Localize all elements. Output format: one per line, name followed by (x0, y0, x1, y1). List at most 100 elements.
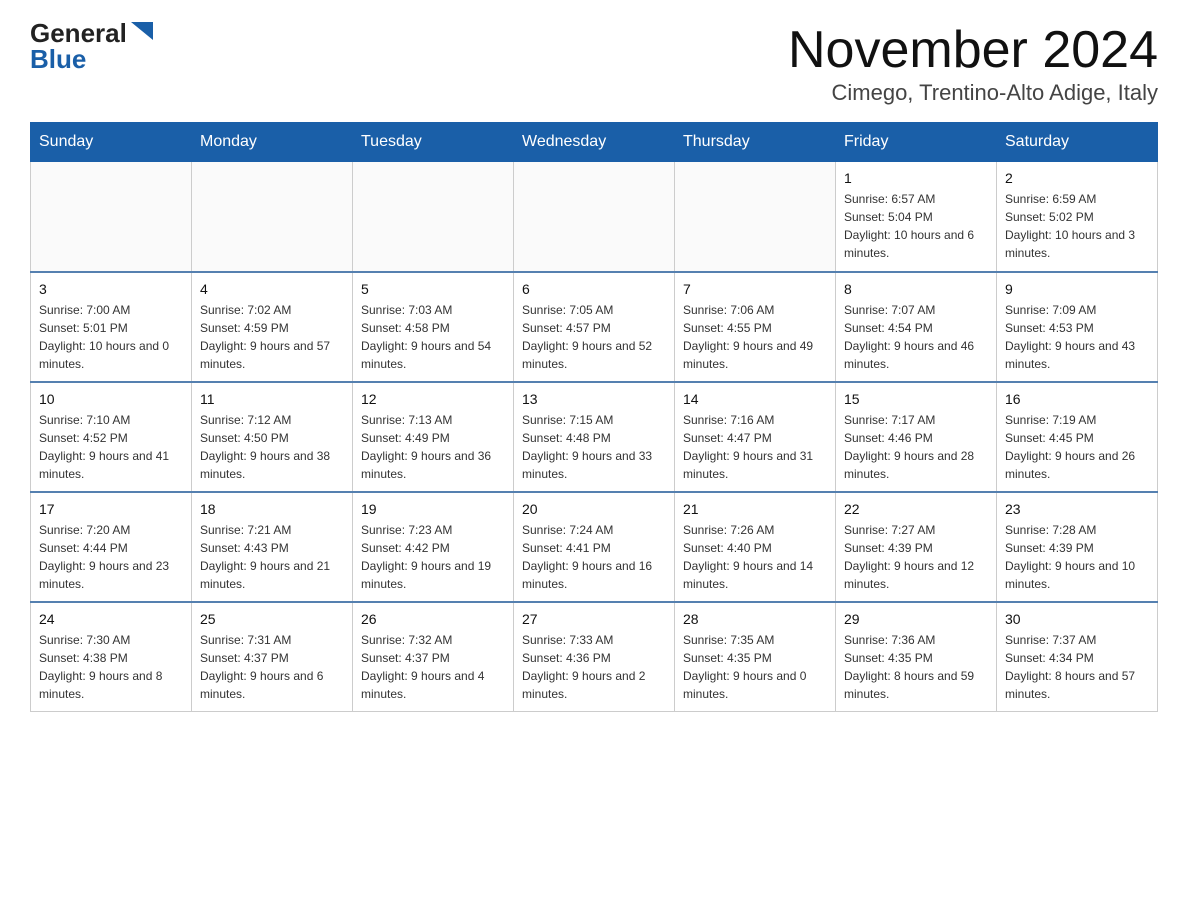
day-number: 26 (361, 611, 505, 627)
day-info: Sunrise: 7:31 AMSunset: 4:37 PMDaylight:… (200, 631, 344, 703)
calendar-cell: 29Sunrise: 7:36 AMSunset: 4:35 PMDayligh… (836, 602, 997, 712)
week-row-1: 1 Sunrise: 6:57 AMSunset: 5:04 PMDaylight… (31, 162, 1158, 272)
week-row-4: 17 Sunrise: 7:20 AMSunset: 4:44 PMDayligh… (31, 492, 1158, 602)
day-number: 11 (200, 391, 344, 407)
calendar-cell: 20 Sunrise: 7:24 AMSunset: 4:41 PMDayligh… (514, 492, 675, 602)
calendar-cell: 2Sunrise: 6:59 AMSunset: 5:02 PMDaylight… (997, 162, 1158, 272)
day-info: Sunrise: 7:27 AMSunset: 4:39 PMDaylight:… (844, 521, 988, 593)
calendar-cell (31, 162, 192, 272)
day-info: Sunrise: 7:12 AMSunset: 4:50 PMDaylight:… (200, 411, 344, 483)
month-title: November 2024 (788, 20, 1158, 80)
day-info: Sunrise: 7:28 AMSunset: 4:39 PMDaylight:… (1005, 521, 1149, 593)
day-info: Sunrise: 7:24 AMSunset: 4:41 PMDaylight:… (522, 521, 666, 593)
day-number: 15 (844, 391, 988, 407)
week-row-5: 24Sunrise: 7:30 AMSunset: 4:38 PMDayligh… (31, 602, 1158, 712)
day-info: Sunrise: 7:17 AMSunset: 4:46 PMDaylight:… (844, 411, 988, 483)
day-number: 9 (1005, 281, 1149, 297)
day-info: Sunrise: 7:06 AMSunset: 4:55 PMDaylight:… (683, 301, 827, 373)
day-header-thursday: Thursday (675, 123, 836, 162)
calendar-cell: 13 Sunrise: 7:15 AMSunset: 4:48 PMDayligh… (514, 382, 675, 492)
day-info: Sunrise: 7:16 AMSunset: 4:47 PMDaylight:… (683, 411, 827, 483)
calendar-cell: 8 Sunrise: 7:07 AMSunset: 4:54 PMDaylight… (836, 272, 997, 382)
calendar-cell: 1 Sunrise: 6:57 AMSunset: 5:04 PMDaylight… (836, 162, 997, 272)
calendar-cell: 5 Sunrise: 7:03 AMSunset: 4:58 PMDaylight… (353, 272, 514, 382)
day-number: 13 (522, 391, 666, 407)
day-info: Sunrise: 7:15 AMSunset: 4:48 PMDaylight:… (522, 411, 666, 483)
day-header-friday: Friday (836, 123, 997, 162)
calendar-cell: 24Sunrise: 7:30 AMSunset: 4:38 PMDayligh… (31, 602, 192, 712)
day-number: 7 (683, 281, 827, 297)
day-info: Sunrise: 7:37 AMSunset: 4:34 PMDaylight:… (1005, 631, 1149, 703)
day-info: Sunrise: 7:07 AMSunset: 4:54 PMDaylight:… (844, 301, 988, 373)
calendar-cell: 30 Sunrise: 7:37 AMSunset: 4:34 PMDayligh… (997, 602, 1158, 712)
calendar-cell: 26 Sunrise: 7:32 AMSunset: 4:37 PMDayligh… (353, 602, 514, 712)
calendar-cell: 14 Sunrise: 7:16 AMSunset: 4:47 PMDayligh… (675, 382, 836, 492)
calendar-cell: 28 Sunrise: 7:35 AMSunset: 4:35 PMDayligh… (675, 602, 836, 712)
calendar-cell: 4Sunrise: 7:02 AMSunset: 4:59 PMDaylight… (192, 272, 353, 382)
calendar-cell: 10 Sunrise: 7:10 AMSunset: 4:52 PMDayligh… (31, 382, 192, 492)
day-info: Sunrise: 7:23 AMSunset: 4:42 PMDaylight:… (361, 521, 505, 593)
calendar-cell: 18 Sunrise: 7:21 AMSunset: 4:43 PMDayligh… (192, 492, 353, 602)
day-info: Sunrise: 7:21 AMSunset: 4:43 PMDaylight:… (200, 521, 344, 593)
day-number: 10 (39, 391, 183, 407)
day-number: 1 (844, 170, 988, 186)
calendar-cell (675, 162, 836, 272)
calendar-cell: 23 Sunrise: 7:28 AMSunset: 4:39 PMDayligh… (997, 492, 1158, 602)
day-number: 16 (1005, 391, 1149, 407)
day-info: Sunrise: 7:32 AMSunset: 4:37 PMDaylight:… (361, 631, 505, 703)
day-number: 27 (522, 611, 666, 627)
calendar-cell: 19 Sunrise: 7:23 AMSunset: 4:42 PMDayligh… (353, 492, 514, 602)
day-number: 6 (522, 281, 666, 297)
day-info: Sunrise: 7:05 AMSunset: 4:57 PMDaylight:… (522, 301, 666, 373)
day-number: 23 (1005, 501, 1149, 517)
day-number: 17 (39, 501, 183, 517)
day-number: 20 (522, 501, 666, 517)
day-info: Sunrise: 7:35 AMSunset: 4:35 PMDaylight:… (683, 631, 827, 703)
calendar-cell: 7 Sunrise: 7:06 AMSunset: 4:55 PMDaylight… (675, 272, 836, 382)
calendar-cell: 22 Sunrise: 7:27 AMSunset: 4:39 PMDayligh… (836, 492, 997, 602)
logo-triangle-icon (131, 22, 153, 40)
calendar-cell: 3Sunrise: 7:00 AMSunset: 5:01 PMDaylight… (31, 272, 192, 382)
calendar-cell: 16Sunrise: 7:19 AMSunset: 4:45 PMDayligh… (997, 382, 1158, 492)
day-header-sunday: Sunday (31, 123, 192, 162)
day-info: Sunrise: 7:26 AMSunset: 4:40 PMDaylight:… (683, 521, 827, 593)
day-header-wednesday: Wednesday (514, 123, 675, 162)
day-info: Sunrise: 7:03 AMSunset: 4:58 PMDaylight:… (361, 301, 505, 373)
day-info: Sunrise: 7:20 AMSunset: 4:44 PMDaylight:… (39, 521, 183, 593)
day-number: 22 (844, 501, 988, 517)
day-info: Sunrise: 6:57 AMSunset: 5:04 PMDaylight:… (844, 190, 988, 262)
day-number: 28 (683, 611, 827, 627)
calendar-cell: 12Sunrise: 7:13 AMSunset: 4:49 PMDayligh… (353, 382, 514, 492)
day-number: 3 (39, 281, 183, 297)
day-header-saturday: Saturday (997, 123, 1158, 162)
calendar-cell: 17 Sunrise: 7:20 AMSunset: 4:44 PMDayligh… (31, 492, 192, 602)
day-info: Sunrise: 7:13 AMSunset: 4:49 PMDaylight:… (361, 411, 505, 483)
calendar-cell: 21 Sunrise: 7:26 AMSunset: 4:40 PMDayligh… (675, 492, 836, 602)
day-number: 30 (1005, 611, 1149, 627)
day-number: 8 (844, 281, 988, 297)
day-info: Sunrise: 7:10 AMSunset: 4:52 PMDaylight:… (39, 411, 183, 483)
logo-general-text: General (30, 20, 127, 46)
day-number: 21 (683, 501, 827, 517)
calendar-table: SundayMondayTuesdayWednesdayThursdayFrid… (30, 122, 1158, 712)
calendar-cell: 25 Sunrise: 7:31 AMSunset: 4:37 PMDayligh… (192, 602, 353, 712)
day-info: Sunrise: 7:30 AMSunset: 4:38 PMDaylight:… (39, 631, 183, 703)
day-number: 5 (361, 281, 505, 297)
location-title: Cimego, Trentino-Alto Adige, Italy (788, 80, 1158, 106)
day-info: Sunrise: 6:59 AMSunset: 5:02 PMDaylight:… (1005, 190, 1149, 262)
day-info: Sunrise: 7:02 AMSunset: 4:59 PMDaylight:… (200, 301, 344, 373)
day-header-monday: Monday (192, 123, 353, 162)
week-row-2: 3Sunrise: 7:00 AMSunset: 5:01 PMDaylight… (31, 272, 1158, 382)
day-number: 19 (361, 501, 505, 517)
title-area: November 2024 Cimego, Trentino-Alto Adig… (788, 20, 1158, 106)
day-number: 18 (200, 501, 344, 517)
calendar-cell: 9Sunrise: 7:09 AMSunset: 4:53 PMDaylight… (997, 272, 1158, 382)
calendar-cell (514, 162, 675, 272)
calendar-cell: 27 Sunrise: 7:33 AMSunset: 4:36 PMDayligh… (514, 602, 675, 712)
day-info: Sunrise: 7:33 AMSunset: 4:36 PMDaylight:… (522, 631, 666, 703)
day-number: 14 (683, 391, 827, 407)
logo: General Blue (30, 20, 153, 72)
logo-blue-text: Blue (30, 46, 86, 72)
calendar-cell: 6 Sunrise: 7:05 AMSunset: 4:57 PMDaylight… (514, 272, 675, 382)
day-number: 25 (200, 611, 344, 627)
